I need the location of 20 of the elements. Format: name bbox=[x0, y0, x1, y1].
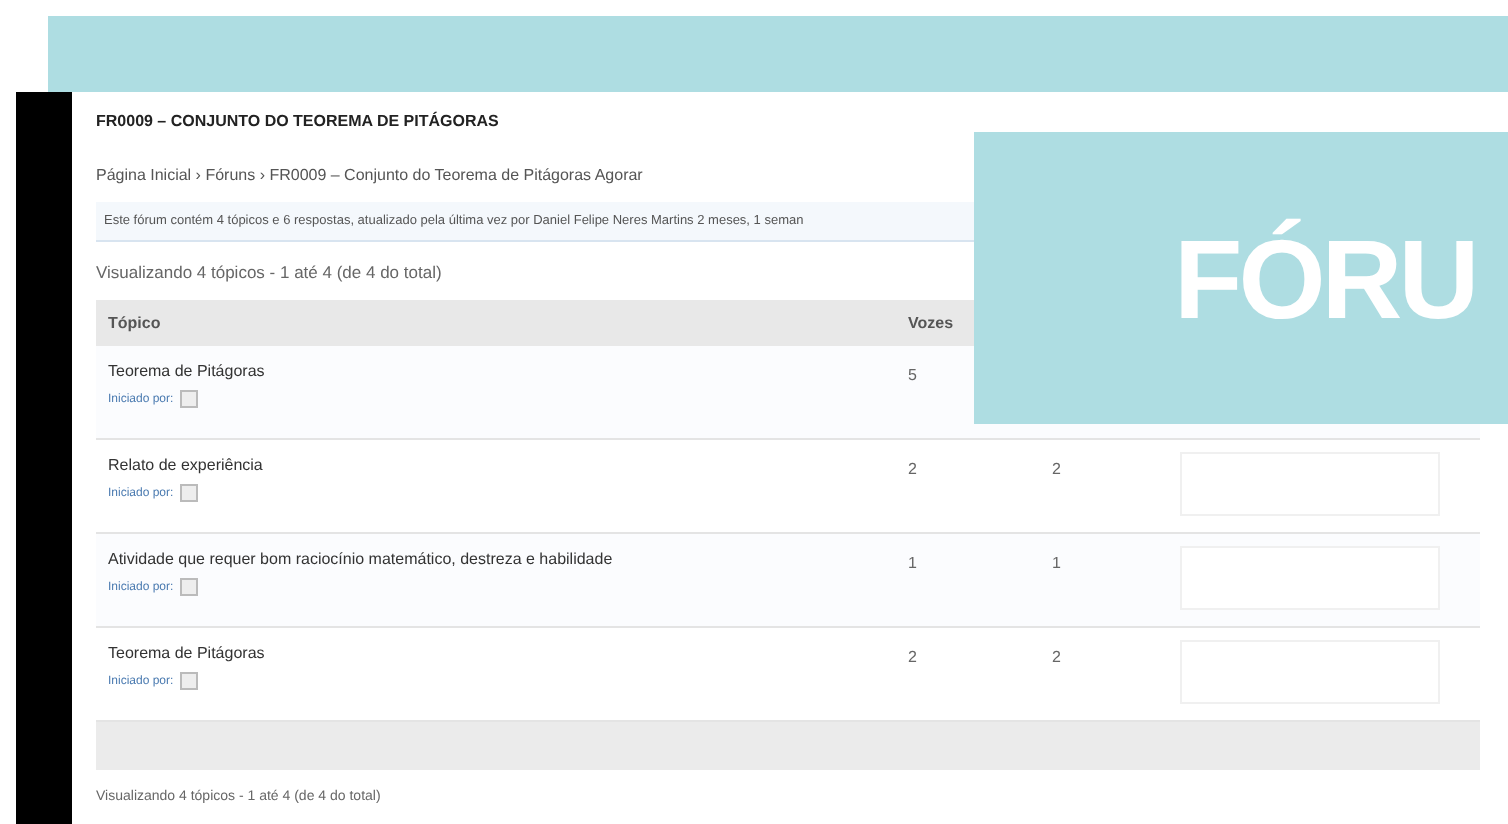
table-cell-text: 2 bbox=[908, 458, 919, 482]
avatar-icon bbox=[179, 672, 198, 690]
table-cell-text: 2 bbox=[1052, 458, 1063, 482]
topic-link[interactable]: Teorema de Pitágoras bbox=[108, 644, 908, 662]
column-header: Tópico bbox=[106, 314, 163, 332]
topic-link[interactable]: Atividade que requer bom raciocínio matemático, destreza e habilidade bbox=[108, 550, 908, 568]
topic-link[interactable]: Teorema de Pitágoras bbox=[108, 362, 908, 380]
pagination-text: Visualizando 4 tópicos - 1 até 4 (de 4 do total) bbox=[96, 260, 442, 286]
table-cell-text: 1 bbox=[1052, 552, 1063, 576]
table-cell-text: 5 bbox=[908, 364, 919, 388]
avatar-icon bbox=[179, 578, 198, 596]
avatar-icon bbox=[179, 390, 198, 408]
page-title: FR0009 – CONJUNTO DO TEOREMA DE PITÁGORAS bbox=[96, 112, 501, 134]
breadcrumb: Página Inicial › Fóruns › FR0009 – Conjunto do Teorema de Pitágoras Agorar bbox=[96, 163, 645, 188]
table-cell-text: 1 bbox=[908, 552, 919, 576]
topic-link[interactable]: Relato de experiência bbox=[108, 456, 908, 474]
table-cell-text: 2 bbox=[908, 646, 919, 670]
avatar-icon bbox=[179, 484, 198, 502]
table-cell-text: 2 bbox=[1052, 646, 1063, 670]
column-header: Vozes bbox=[908, 314, 956, 332]
